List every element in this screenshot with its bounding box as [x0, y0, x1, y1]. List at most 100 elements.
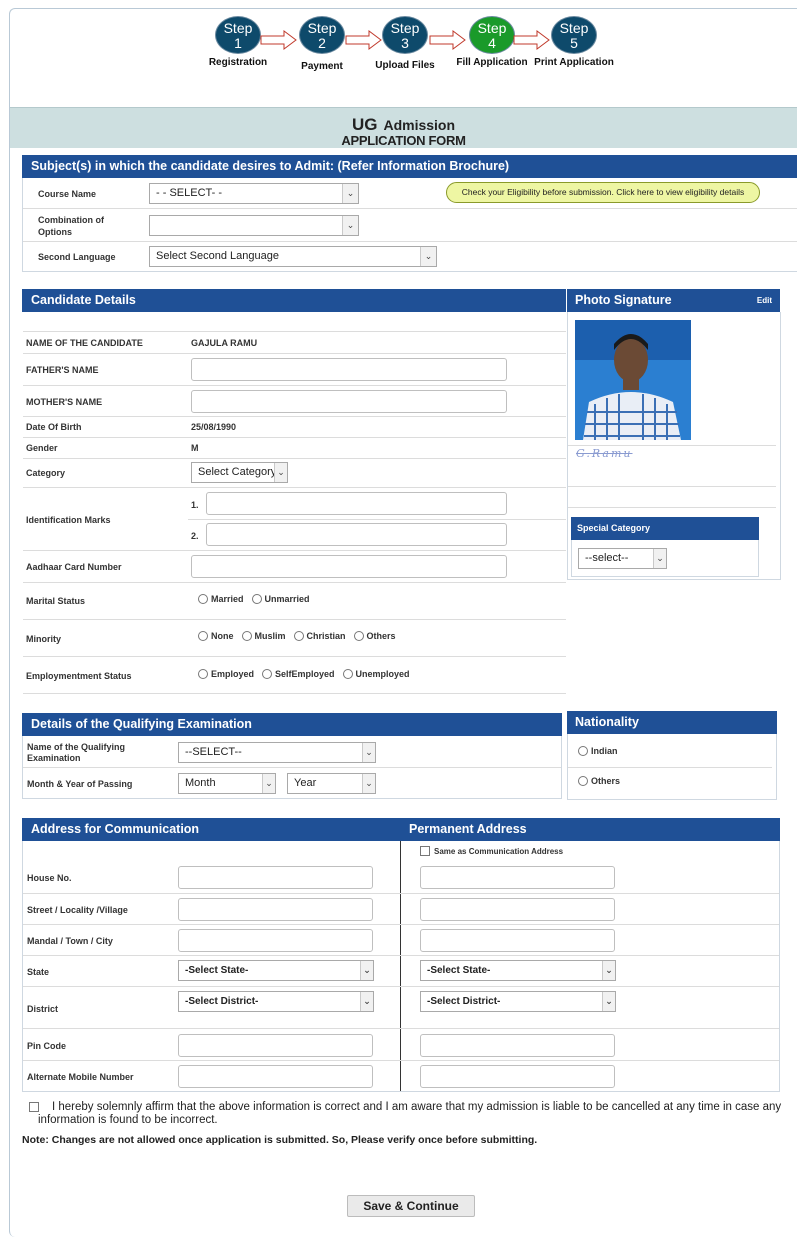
checkbox-icon: [420, 846, 430, 856]
radio-muslim[interactable]: Muslim: [241, 631, 286, 641]
chevron-down-icon: ⌄: [360, 992, 373, 1011]
perm-mandal-input[interactable]: [420, 929, 615, 952]
same-as-communication-checkbox[interactable]: Same as Communication Address: [420, 846, 563, 856]
candidate-name-label: NAME OF THE CANDIDATE: [26, 338, 143, 348]
divider: [568, 486, 776, 487]
aadhaar-input[interactable]: [191, 555, 507, 578]
chevron-down-icon: ⌄: [602, 961, 615, 980]
special-category-select[interactable]: --select-- ⌄: [578, 548, 667, 569]
step-label: Payment: [301, 61, 343, 72]
street-label: Street / Locality /Village: [27, 905, 128, 915]
step-label: Registration: [208, 57, 268, 68]
mark-1-index: 1.: [191, 500, 199, 510]
gender-value: M: [191, 443, 199, 453]
radio-icon: [353, 631, 364, 641]
radio-unmarried[interactable]: Unmarried: [251, 594, 310, 604]
gender-label: Gender: [26, 443, 58, 453]
divider: [23, 619, 566, 620]
radio-others[interactable]: Others: [353, 631, 396, 641]
mother-name-input[interactable]: [191, 390, 507, 413]
radio-icon: [578, 746, 588, 756]
perm-mobile-input[interactable]: [420, 1065, 615, 1088]
comm-mobile-input[interactable]: [178, 1065, 373, 1088]
subjects-section-title: Subject(s) in which the candidate desire…: [22, 155, 797, 178]
qualifying-exam-select[interactable]: --SELECT-- ⌄: [178, 742, 376, 763]
special-category-title: Special Category: [571, 517, 759, 540]
comm-house-input[interactable]: [178, 866, 373, 889]
radio-icon: [198, 631, 208, 641]
passing-month-select[interactable]: Month ⌄: [178, 773, 276, 794]
divider: [568, 445, 776, 446]
comm-pin-input[interactable]: [178, 1034, 373, 1057]
step-circle: Step 5: [551, 16, 597, 54]
perm-state-select[interactable]: -Select State- ⌄: [420, 960, 616, 981]
mother-name-label: MOTHER'S NAME: [26, 397, 103, 407]
qualifying-section-title: Details of the Qualifying Examination: [22, 713, 562, 736]
comm-district-select[interactable]: -Select District- ⌄: [178, 991, 374, 1012]
step-circle-active: Step 4: [469, 16, 515, 54]
radio-indian[interactable]: Indian: [578, 746, 618, 756]
radio-selfemployed[interactable]: SelfEmployed: [262, 669, 335, 679]
form-title: UG Admission: [351, 115, 456, 134]
eligibility-link[interactable]: Check your Eligibility before submission…: [446, 182, 760, 203]
passing-year-select[interactable]: Year ⌄: [287, 773, 376, 794]
step-circle: Step 1: [215, 16, 261, 54]
father-name-input[interactable]: [191, 358, 507, 381]
radio-icon: [198, 669, 208, 679]
save-continue-button[interactable]: Save & Continue: [347, 1195, 475, 1217]
chevron-down-icon: ⌄: [653, 549, 666, 568]
marital-status-label: Marital Status: [26, 596, 86, 606]
identification-mark-1-input[interactable]: [206, 492, 507, 515]
divider: [23, 241, 797, 242]
identification-mark-2-input[interactable]: [206, 523, 507, 546]
chevron-down-icon: ⌄: [362, 743, 375, 762]
course-name-select[interactable]: - - SELECT- - ⌄: [149, 183, 359, 204]
address-panel: [22, 841, 780, 1092]
comm-street-input[interactable]: [178, 898, 373, 921]
candidate-photo: [575, 320, 691, 440]
address-section-title: Address for Communication Permanent Addr…: [22, 818, 780, 841]
divider: [23, 924, 779, 925]
chevron-down-icon: ⌄: [274, 463, 287, 482]
perm-pin-input[interactable]: [420, 1034, 615, 1057]
pin-code-label: Pin Code: [27, 1041, 67, 1051]
perm-house-input[interactable]: [420, 866, 615, 889]
radio-icon: [293, 631, 304, 641]
perm-district-select[interactable]: -Select District- ⌄: [420, 991, 616, 1012]
chevron-down-icon: ⌄: [362, 774, 375, 793]
radio-unemployed[interactable]: Unemployed: [342, 669, 410, 679]
radio-icon: [198, 594, 208, 604]
divider: [23, 893, 779, 894]
radio-icon: [241, 631, 252, 641]
divider: [23, 353, 566, 354]
divider: [23, 385, 566, 386]
form-header: UG Admission APPLICATION FORM: [10, 107, 797, 148]
declaration-text: I hereby solemnly affirm that the above …: [38, 1101, 782, 1126]
divider: [23, 955, 779, 956]
radio-christian[interactable]: Christian: [293, 631, 346, 641]
edit-photo-link[interactable]: Edit: [757, 289, 772, 312]
radio-employed[interactable]: Employed: [198, 669, 254, 679]
comm-mandal-input[interactable]: [178, 929, 373, 952]
radio-none[interactable]: None: [198, 631, 234, 641]
divider: [23, 487, 566, 488]
step-label: Print Application: [534, 57, 614, 68]
identification-marks-label: Identification Marks: [26, 515, 111, 525]
radio-married[interactable]: Married: [198, 594, 244, 604]
alt-mobile-label: Alternate Mobile Number: [27, 1072, 134, 1082]
divider: [23, 767, 561, 768]
dob-value: 25/08/1990: [191, 422, 237, 432]
marital-status-radio-group: Married Unmarried: [198, 594, 318, 604]
divider: [23, 416, 566, 417]
candidate-section-title: Candidate Details: [22, 289, 566, 312]
radio-others-nationality[interactable]: Others: [578, 776, 620, 786]
combination-select[interactable]: ⌄: [149, 215, 359, 236]
signature-image: G.Ramu: [576, 447, 633, 460]
photo-section-title: Photo Signature Edit: [567, 289, 780, 312]
comm-state-select[interactable]: -Select State- ⌄: [178, 960, 374, 981]
category-select[interactable]: Select Category ⌄: [191, 462, 288, 483]
second-language-select[interactable]: Select Second Language ⌄: [149, 246, 437, 267]
radio-icon: [262, 669, 273, 679]
divider: [23, 656, 566, 657]
perm-street-input[interactable]: [420, 898, 615, 921]
